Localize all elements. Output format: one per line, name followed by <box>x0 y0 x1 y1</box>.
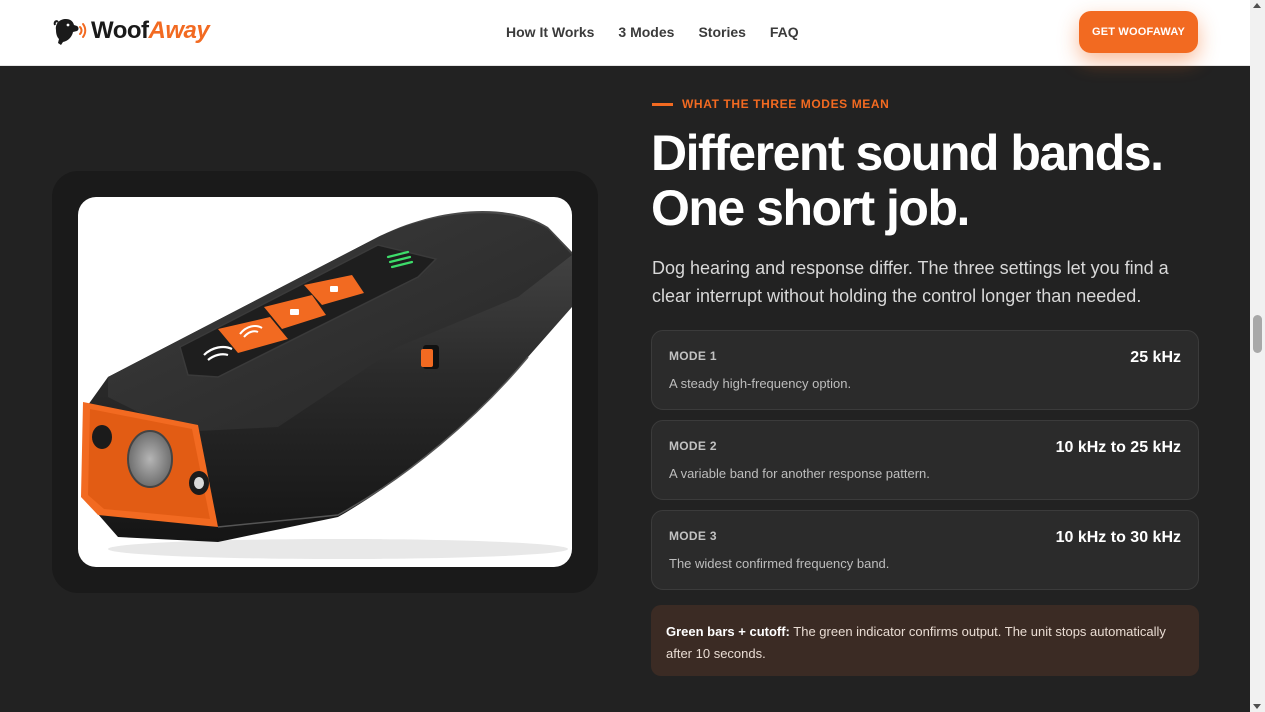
page-scrollbar[interactable] <box>1250 0 1265 712</box>
product-image <box>78 197 572 567</box>
nav-link-how-it-works[interactable]: How It Works <box>506 24 594 40</box>
eyebrow-text: WHAT THE THREE MODES MEAN <box>682 97 890 111</box>
section-eyebrow: WHAT THE THREE MODES MEAN <box>652 97 889 111</box>
nav-link-faq[interactable]: FAQ <box>770 24 799 40</box>
scroll-down-arrow-icon[interactable] <box>1253 704 1261 709</box>
scrollbar-thumb[interactable] <box>1253 315 1262 353</box>
site-header: WoofAway How It Works 3 Modes Stories FA… <box>0 0 1250 66</box>
cutoff-note: Green bars + cutoff: The green indicator… <box>651 605 1199 676</box>
mode-card-1: MODE 1 25 kHz A steady high-frequency op… <box>651 330 1199 410</box>
mode-frequency: 10 kHz to 25 kHz <box>1055 439 1181 456</box>
mode-label: MODE 1 <box>669 349 717 363</box>
mode-label: MODE 3 <box>669 529 717 543</box>
ultrasonic-device-illustration <box>81 210 572 559</box>
section-headline: Different sound bands. One short job. <box>651 126 1211 236</box>
note-title: Green bars + cutoff: <box>666 624 790 639</box>
headline-line-1: Different sound bands. <box>651 125 1164 181</box>
headline-line-2: One short job. <box>651 180 970 236</box>
nav-link-stories[interactable]: Stories <box>698 24 745 40</box>
mode-description: A variable band for another response pat… <box>669 466 930 481</box>
mode-frequency: 25 kHz <box>1130 349 1181 366</box>
product-image-panel <box>52 171 598 593</box>
eyebrow-dash <box>652 102 673 106</box>
mode-description: The widest confirmed frequency band. <box>669 556 890 571</box>
mode-label: MODE 2 <box>669 439 717 453</box>
brand-name-part1: Woof <box>91 17 149 44</box>
mode-card-3: MODE 3 10 kHz to 30 kHz The widest confi… <box>651 510 1199 590</box>
scroll-up-arrow-icon[interactable] <box>1253 3 1261 8</box>
nav-link-3-modes[interactable]: 3 Modes <box>618 24 674 40</box>
main-nav: How It Works 3 Modes Stories FAQ <box>506 24 799 40</box>
brand-wordmark: WoofAway <box>91 17 210 45</box>
mode-description: A steady high-frequency option. <box>669 376 852 391</box>
dog-head-sound-waves-icon <box>53 19 87 45</box>
mode-frequency: 10 kHz to 30 kHz <box>1055 529 1181 546</box>
brand-name-part2: Away <box>148 17 210 44</box>
section-intro: Dog hearing and response differ. The thr… <box>652 258 1169 306</box>
mode-card-2: MODE 2 10 kHz to 25 kHz A variable band … <box>651 420 1199 500</box>
brand-logo[interactable]: WoofAway <box>52 16 210 46</box>
get-woofaway-button[interactable]: GET WOOFAWAY <box>1079 11 1198 53</box>
